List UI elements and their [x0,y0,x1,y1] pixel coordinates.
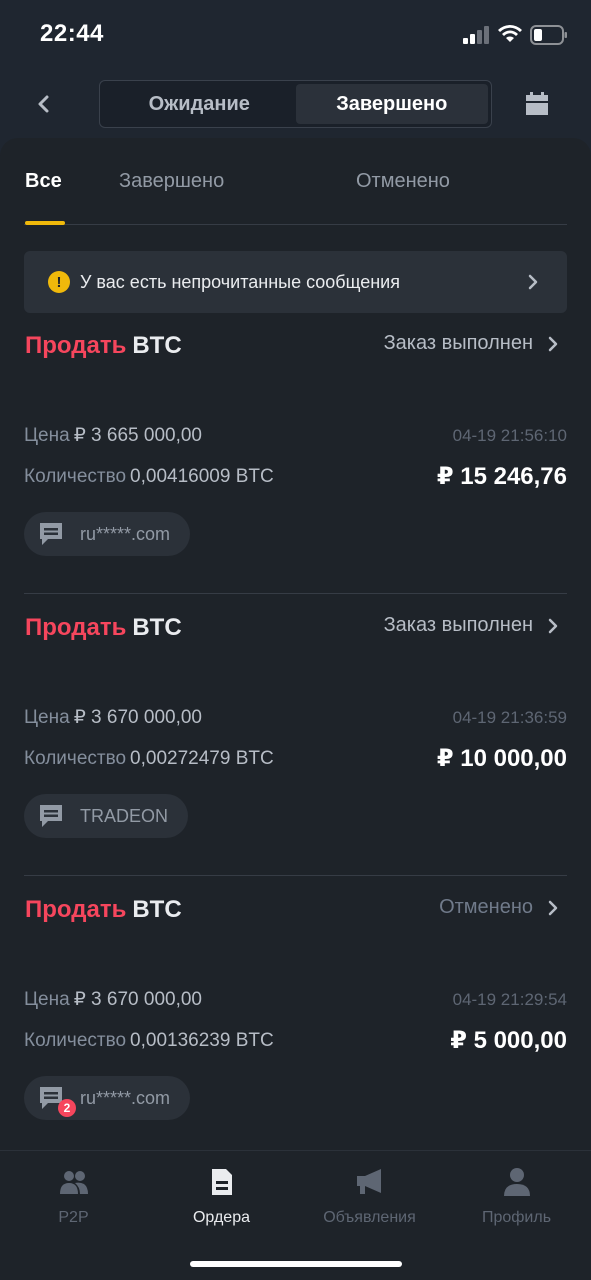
order-datetime: 04-19 21:36:59 [452,708,567,727]
tab-completed[interactable]: Завершено [119,170,224,193]
quantity-value: 0,00272479 BTC [130,748,274,769]
order-datetime: 04-19 21:56:10 [452,426,567,445]
calendar-button[interactable] [519,86,555,122]
person-icon [500,1165,534,1199]
unread-messages-banner[interactable]: ! У вас есть непрочитанные сообщения [24,251,567,313]
order-asset: BTC [132,332,182,359]
order-title: Продать BTC [25,896,182,924]
nav-orders[interactable]: Ордера [148,1165,295,1227]
quantity-row: Количество 0,00416009 BTC ₽ 15 246,76 [24,463,567,490]
signal-icon [463,26,491,44]
tab-cancelled[interactable]: Отменено [356,170,450,193]
quantity-label: Количество [24,466,127,487]
order-asset: BTC [132,614,182,641]
quantity-value: 0,00136239 BTC [130,1030,274,1051]
header: Ожидание Завершено [0,72,591,138]
order-total: ₽ 10 000,00 [436,745,567,772]
order-side: Продать [25,614,127,641]
chat-icon [38,521,64,547]
nav-ads[interactable]: Объявления [296,1165,443,1227]
status-bar: 22:44 [0,0,591,72]
price-row: Цена ₽ 3 665 000,00 04-19 21:56:10 [24,424,567,447]
status-time: 22:44 [40,20,104,47]
order-state-switch: Ожидание Завершено [99,80,492,128]
users-icon [57,1165,91,1199]
filter-tabs: Все Завершено Отменено [24,138,567,225]
quantity-row: Количество 0,00272479 BTC ₽ 10 000,00 [24,745,567,772]
wifi-icon [497,24,523,44]
price-value: ₽ 3 670 000,00 [73,989,202,1010]
quantity-label: Количество [24,1030,127,1051]
order-status-text: Заказ выполнен [383,332,533,354]
chevron-right-icon [547,898,561,918]
order-asset: BTC [132,896,182,923]
megaphone-icon [353,1165,387,1199]
active-tab-indicator [25,221,65,225]
nav-p2p[interactable]: P2P [0,1165,147,1227]
nav-label: Ордера [192,1209,250,1226]
counterparty-name: TRADEON [80,805,169,826]
back-button[interactable] [26,86,62,122]
counterparty-chip[interactable]: TRADEON [24,794,189,838]
nav-label: P2P [58,1209,89,1226]
counterparty-name: ru*****.com [80,523,171,544]
chat-icon: 2 [38,1085,76,1117]
order-title: Продать BTC [25,332,182,360]
document-icon [205,1165,239,1199]
price-value: ₽ 3 665 000,00 [73,425,202,446]
price-label: Цена [24,707,70,728]
chevron-left-icon [38,95,49,113]
quantity-label: Количество [24,748,127,769]
order-card[interactable]: Продать BTC Отменено Цена ₽ 3 670 000,00 0… [24,876,567,1150]
chevron-right-icon [547,334,561,354]
order-status[interactable]: Заказ выполнен [384,332,561,355]
order-status[interactable]: Отменено [439,896,561,919]
price-label: Цена [24,425,70,446]
counterparty-name: ru*****.com [80,1087,171,1108]
counterparty-chip[interactable]: ru*****.com [24,512,191,556]
order-status[interactable]: Заказ выполнен [384,614,561,637]
order-card[interactable]: Продать BTC Заказ выполнен Цена ₽ 3 665 00… [24,312,567,594]
order-card[interactable]: Продать BTC Заказ выполнен Цена ₽ 3 670 00… [24,594,567,876]
quantity-row: Количество 0,00136239 BTC ₽ 5 000,00 [24,1027,567,1054]
order-side: Продать [25,896,127,923]
chevron-right-icon [547,616,561,636]
price-row: Цена ₽ 3 670 000,00 04-19 21:29:54 [24,988,567,1011]
battery-icon [530,25,568,45]
price-row: Цена ₽ 3 670 000,00 04-19 21:36:59 [24,706,567,729]
segment-pending[interactable]: Ожидание [103,84,296,124]
home-indicator [190,1261,402,1267]
order-total: ₽ 15 246,76 [436,463,567,490]
chevron-right-icon [523,272,543,292]
tab-all[interactable]: Все [25,170,62,193]
nav-profile[interactable]: Профиль [443,1165,590,1227]
order-status-text: Отменено [439,896,533,918]
price-label: Цена [24,989,70,1010]
quantity-value: 0,00416009 BTC [130,466,274,487]
segment-completed[interactable]: Завершено [295,84,488,124]
order-status-text: Заказ выполнен [383,614,533,636]
orders-panel: Все Завершено Отменено ! У вас есть непр… [0,138,591,1150]
order-title: Продать BTC [25,614,182,642]
order-datetime: 04-19 21:29:54 [452,990,567,1009]
nav-label: Объявления [323,1209,416,1226]
chat-icon [38,803,64,829]
calendar-icon [526,92,548,115]
bottom-nav: P2P Ордера Объявления Профиль [0,1150,591,1280]
unread-badge: 2 [58,1099,76,1117]
order-side: Продать [25,332,127,359]
nav-label: Профиль [481,1209,552,1226]
warning-icon: ! [48,271,70,293]
notice-text: У вас есть непрочитанные сообщения [80,271,400,292]
counterparty-chip[interactable]: 2 ru*****.com [24,1076,191,1120]
price-value: ₽ 3 670 000,00 [73,707,202,728]
order-total: ₽ 5 000,00 [450,1027,567,1054]
